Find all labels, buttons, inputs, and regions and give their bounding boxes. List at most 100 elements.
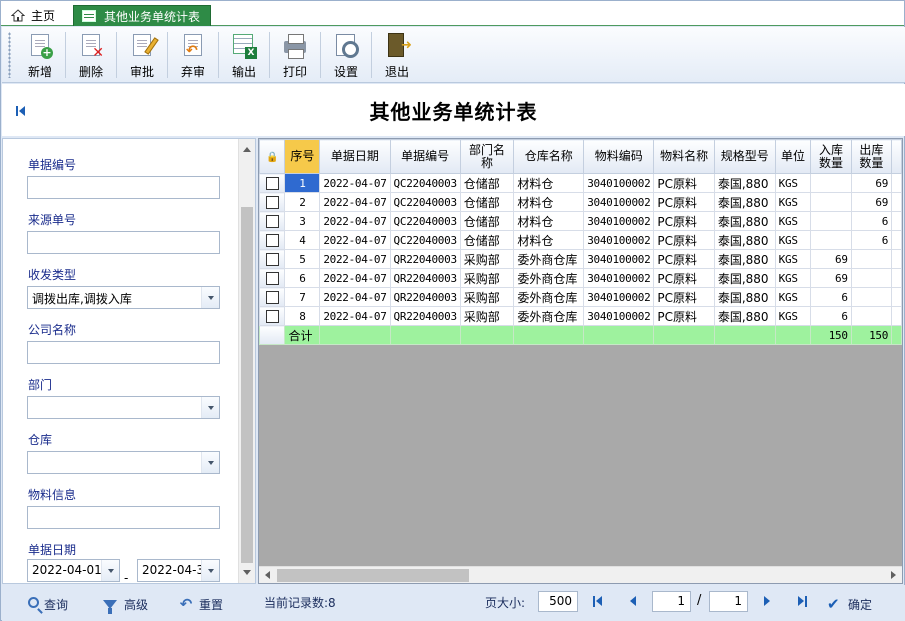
- table-cell[interactable]: KGS: [774, 173, 812, 193]
- delete-button[interactable]: ✕ 删除: [66, 27, 116, 81]
- table-cell[interactable]: 材料仓: [513, 230, 585, 250]
- table-cell[interactable]: 委外商仓库: [513, 287, 585, 307]
- export-button[interactable]: X 输出: [219, 27, 269, 81]
- table-cell[interactable]: 3040100002: [583, 249, 655, 269]
- column-header[interactable]: 单据编号: [389, 139, 461, 174]
- table-row[interactable]: 6 2022-04-07 QR22040003 采购部 委外商仓库 3040100002 P…: [259, 268, 902, 288]
- table-cell[interactable]: 仓储部: [459, 230, 515, 250]
- table-cell[interactable]: 泰国,880: [713, 230, 776, 250]
- column-header[interactable]: 入库数量: [810, 139, 852, 174]
- chevron-down-icon[interactable]: [101, 560, 119, 581]
- doc-no-input[interactable]: [27, 176, 220, 199]
- table-cell[interactable]: 泰国,880: [713, 287, 776, 307]
- first-page-icon[interactable]: [592, 595, 604, 607]
- add-button[interactable]: + 新增: [15, 27, 65, 81]
- table-cell[interactable]: 3040100002: [583, 287, 655, 307]
- date-from-picker[interactable]: 2022-04-01: [27, 559, 120, 582]
- column-header[interactable]: 物料名称: [653, 139, 715, 174]
- table-cell[interactable]: [810, 173, 852, 193]
- table-cell[interactable]: 泰国,880: [713, 192, 776, 212]
- table-cell[interactable]: 4: [284, 230, 321, 250]
- chevron-down-icon[interactable]: [201, 287, 219, 308]
- table-cell[interactable]: 2022-04-07: [319, 211, 391, 231]
- table-cell[interactable]: QC22040003: [389, 230, 461, 250]
- table-cell[interactable]: 泰国,880: [713, 268, 776, 288]
- table-cell[interactable]: 3040100002: [583, 230, 655, 250]
- row-checkbox[interactable]: [265, 271, 279, 285]
- table-cell[interactable]: KGS: [774, 211, 812, 231]
- chevron-down-icon[interactable]: [201, 397, 219, 418]
- column-header[interactable]: 物料编码: [583, 139, 655, 174]
- table-cell[interactable]: [850, 287, 893, 307]
- table-cell[interactable]: 3040100002: [583, 173, 655, 193]
- table-cell[interactable]: QC22040003: [389, 173, 461, 193]
- query-button[interactable]: 查询: [28, 595, 68, 613]
- row-checkbox-cell[interactable]: [259, 306, 286, 326]
- row-checkbox[interactable]: [265, 252, 279, 266]
- table-cell[interactable]: 69: [850, 192, 893, 212]
- table-cell[interactable]: 6: [810, 306, 852, 326]
- column-header[interactable]: 出库数量: [850, 139, 893, 174]
- table-cell[interactable]: KGS: [774, 249, 812, 269]
- table-cell[interactable]: 仓储部: [459, 173, 515, 193]
- settings-button[interactable]: 设置: [321, 27, 371, 81]
- chevron-down-icon[interactable]: [201, 452, 219, 473]
- table-cell[interactable]: QR22040003: [389, 287, 461, 307]
- dept-select[interactable]: [27, 396, 220, 419]
- page-size-input[interactable]: 500: [538, 591, 578, 612]
- current-page-input[interactable]: 1: [652, 591, 691, 612]
- scrollbar-thumb[interactable]: [241, 207, 253, 563]
- table-cell[interactable]: 委外商仓库: [513, 306, 585, 326]
- table-cell[interactable]: PC原料: [653, 211, 715, 231]
- table-cell[interactable]: PC原料: [653, 287, 715, 307]
- table-cell[interactable]: [850, 268, 893, 288]
- date-to-picker[interactable]: 2022-04-30: [137, 559, 220, 582]
- column-header[interactable]: 单位: [774, 139, 812, 174]
- table-cell[interactable]: PC原料: [653, 230, 715, 250]
- table-cell[interactable]: PC原料: [653, 268, 715, 288]
- table-row[interactable]: 4 2022-04-07 QC22040003 仓储部 材料仓 3040100002 PC原…: [259, 230, 902, 250]
- table-row[interactable]: 3 2022-04-07 QC22040003 仓储部 材料仓 3040100002 PC原…: [259, 211, 902, 231]
- table-cell[interactable]: 仓储部: [459, 192, 515, 212]
- table-cell[interactable]: KGS: [774, 268, 812, 288]
- table-cell[interactable]: 2022-04-07: [319, 173, 391, 193]
- row-checkbox[interactable]: [265, 176, 279, 190]
- scroll-left-icon[interactable]: [259, 567, 276, 583]
- table-cell[interactable]: 3040100002: [583, 306, 655, 326]
- scroll-up-icon[interactable]: [239, 141, 255, 158]
- row-checkbox[interactable]: [265, 233, 279, 247]
- table-cell[interactable]: PC原料: [653, 173, 715, 193]
- row-lock-header[interactable]: 🔒: [259, 139, 286, 174]
- table-cell[interactable]: 69: [810, 249, 852, 269]
- table-cell[interactable]: 泰国,880: [713, 173, 776, 193]
- table-cell[interactable]: 采购部: [459, 306, 515, 326]
- approve-button[interactable]: 审批: [117, 27, 167, 81]
- table-cell[interactable]: 委外商仓库: [513, 268, 585, 288]
- row-checkbox-cell[interactable]: [259, 230, 286, 250]
- table-cell[interactable]: 2022-04-07: [319, 306, 391, 326]
- scroll-right-icon[interactable]: [885, 567, 902, 583]
- table-cell[interactable]: 69: [810, 268, 852, 288]
- table-cell[interactable]: 材料仓: [513, 192, 585, 212]
- chevron-down-icon[interactable]: [201, 560, 219, 581]
- table-cell[interactable]: [850, 306, 893, 326]
- table-cell[interactable]: 采购部: [459, 268, 515, 288]
- table-cell[interactable]: 仓储部: [459, 211, 515, 231]
- column-header[interactable]: 序号: [284, 139, 321, 174]
- table-cell[interactable]: 2022-04-07: [319, 249, 391, 269]
- unapprove-button[interactable]: ↶ 弃审: [168, 27, 218, 81]
- table-cell[interactable]: [810, 192, 852, 212]
- row-checkbox[interactable]: [265, 290, 279, 304]
- table-cell[interactable]: 泰国,880: [713, 211, 776, 231]
- table-cell[interactable]: 委外商仓库: [513, 249, 585, 269]
- prev-page-icon[interactable]: [626, 595, 638, 607]
- txn-type-select[interactable]: 调拨出库,调拨入库: [27, 286, 220, 309]
- row-checkbox-cell[interactable]: [259, 173, 286, 193]
- table-cell[interactable]: 3040100002: [583, 192, 655, 212]
- table-cell[interactable]: PC原料: [653, 306, 715, 326]
- table-cell[interactable]: 6: [850, 211, 893, 231]
- table-cell[interactable]: 6: [284, 268, 321, 288]
- table-cell[interactable]: 2: [284, 192, 321, 212]
- table-cell[interactable]: KGS: [774, 287, 812, 307]
- table-cell[interactable]: 材料仓: [513, 211, 585, 231]
